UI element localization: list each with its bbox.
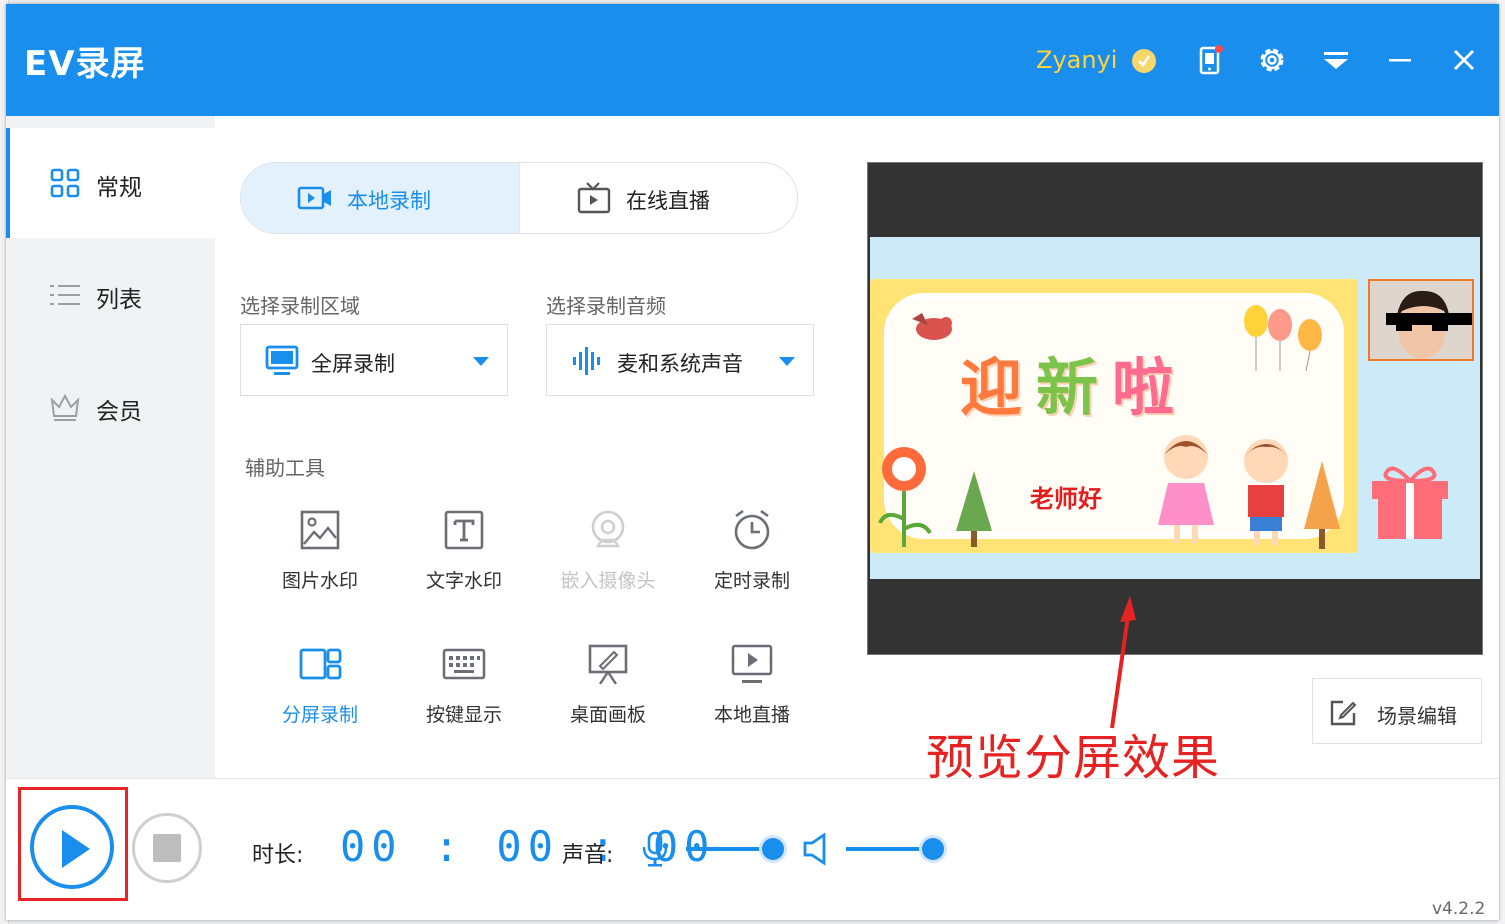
app-window: EV录屏 Zyanyi 常规 列表 会员 本地录制 在线直播 选择录制区域 选择… xyxy=(6,4,1499,920)
sidebar-item-list[interactable]: 列表 xyxy=(6,240,215,350)
minimize-icon[interactable] xyxy=(1382,42,1418,78)
tree-illustration xyxy=(956,471,992,547)
gear-icon[interactable] xyxy=(1254,42,1290,78)
close-icon[interactable] xyxy=(1446,42,1482,78)
audio-value: 麦和系统声音 xyxy=(617,352,743,376)
tool-key-display[interactable]: 按键显示 xyxy=(404,642,524,742)
crown-icon xyxy=(50,392,80,422)
tab-label: 在线直播 xyxy=(626,189,710,213)
sidebar-item-vip[interactable]: 会员 xyxy=(6,352,215,462)
vip-badge-icon[interactable] xyxy=(1132,49,1156,73)
tool-label: 图片水印 xyxy=(281,570,358,592)
preview-panel: 迎新啦 老师好 xyxy=(867,162,1483,655)
slider-knob[interactable] xyxy=(762,838,785,860)
tool-desktop-board[interactable]: 桌面画板 xyxy=(548,642,668,742)
greeting-char: 新 xyxy=(1036,351,1113,424)
preview-welcome-card: 迎新啦 老师好 xyxy=(870,279,1358,553)
slider-fill xyxy=(846,847,934,851)
alarm-clock-icon xyxy=(730,508,774,552)
image-icon xyxy=(298,508,342,552)
video-camera-icon xyxy=(297,181,333,215)
easel-icon xyxy=(586,642,630,686)
sidebar: 常规 列表 会员 xyxy=(6,116,215,778)
split-screen-icon xyxy=(298,642,342,686)
record-start-button[interactable] xyxy=(30,805,114,889)
annotation-arrow xyxy=(1110,596,1136,729)
stop-icon xyxy=(153,834,181,862)
balloons-illustration xyxy=(1244,305,1322,371)
sidebar-item-general[interactable]: 常规 xyxy=(6,128,215,238)
sound-label: 声音: xyxy=(562,843,614,868)
tool-split-screen[interactable]: 分屏录制 xyxy=(260,642,380,742)
sidebar-item-label: 常规 xyxy=(96,175,142,201)
microphone-icon[interactable] xyxy=(642,831,668,867)
control-bar: 时长: 00 : 00 : 00 声音: v4.2.2 xyxy=(6,778,1499,920)
keyboard-icon xyxy=(442,642,486,686)
menu-icon[interactable] xyxy=(1318,42,1354,78)
tv-play-icon xyxy=(576,181,612,215)
duration-label: 时长: xyxy=(252,843,304,868)
region-value: 全屏录制 xyxy=(311,352,395,376)
chevron-down-icon xyxy=(473,357,489,366)
grid-icon xyxy=(50,168,80,198)
gift-illustration xyxy=(1372,466,1448,539)
text-icon xyxy=(442,508,486,552)
tool-label: 分屏录制 xyxy=(281,704,358,726)
audio-label: 选择录制音频 xyxy=(546,294,666,318)
record-stop-button[interactable] xyxy=(132,813,202,883)
audio-select[interactable]: 麦和系统声音 xyxy=(546,324,814,396)
flower-illustration xyxy=(878,447,932,547)
sidebar-item-label: 会员 xyxy=(96,399,142,425)
speaker-icon[interactable] xyxy=(802,831,830,867)
mode-tabs: 本地录制 在线直播 xyxy=(240,162,798,234)
orange-tree-illustration xyxy=(1304,461,1340,549)
scene-edit-button[interactable]: 场景编辑 xyxy=(1312,678,1482,744)
edit-icon xyxy=(1329,699,1357,727)
tab-label: 本地录制 xyxy=(347,189,431,213)
monitor-play-icon xyxy=(730,642,774,686)
teacher-greeting: 老师好 xyxy=(1030,485,1102,513)
greeting-char: 啦 xyxy=(1112,351,1189,424)
app-title: EV录屏 xyxy=(24,44,146,84)
tool-label: 定时录制 xyxy=(713,570,790,592)
tool-label: 文字水印 xyxy=(425,570,502,592)
boy-illustration xyxy=(1244,439,1288,545)
webcam-icon xyxy=(586,508,630,552)
tool-text-watermark[interactable]: 文字水印 xyxy=(404,508,524,608)
tab-local-record[interactable]: 本地录制 xyxy=(241,163,519,233)
version-label: v4.2.2 xyxy=(1432,899,1486,919)
preview-canvas: 迎新啦 老师好 xyxy=(870,237,1480,579)
list-icon xyxy=(50,280,80,310)
greeting-text: 迎新啦 xyxy=(960,337,1188,427)
chevron-down-icon xyxy=(779,357,795,366)
region-select[interactable]: 全屏录制 xyxy=(240,324,508,396)
tool-label: 桌面画板 xyxy=(569,704,646,726)
tool-label: 按键显示 xyxy=(425,704,502,726)
speaker-volume-slider[interactable] xyxy=(846,838,945,860)
tool-label: 嵌入摄像头 xyxy=(560,570,656,592)
tools-label: 辅助工具 xyxy=(245,456,325,480)
audio-wave-icon xyxy=(571,345,605,377)
tool-embed-webcam[interactable]: 嵌入摄像头 xyxy=(548,508,668,608)
slider-fill xyxy=(686,847,774,851)
mic-volume-slider[interactable] xyxy=(686,838,785,860)
tool-image-watermark[interactable]: 图片水印 xyxy=(260,508,380,608)
play-icon xyxy=(62,830,90,868)
phone-icon[interactable] xyxy=(1192,42,1228,78)
greeting-char: 迎 xyxy=(960,351,1037,424)
girl-illustration xyxy=(1158,435,1214,543)
tool-label: 本地直播 xyxy=(713,704,790,726)
scene-edit-label: 场景编辑 xyxy=(1377,704,1457,728)
monitor-icon xyxy=(265,345,299,377)
sidebar-item-label: 列表 xyxy=(96,287,142,313)
tool-timed-record[interactable]: 定时录制 xyxy=(692,508,812,608)
tab-live-stream[interactable]: 在线直播 xyxy=(519,163,797,233)
title-bar: EV录屏 Zyanyi xyxy=(6,4,1499,116)
slider-knob[interactable] xyxy=(922,838,945,860)
username[interactable]: Zyanyi xyxy=(1036,46,1117,74)
region-label: 选择录制区域 xyxy=(240,294,360,318)
bird-illustration xyxy=(912,313,952,340)
webcam-overlay[interactable] xyxy=(1368,279,1474,361)
tool-local-live[interactable]: 本地直播 xyxy=(692,642,812,742)
